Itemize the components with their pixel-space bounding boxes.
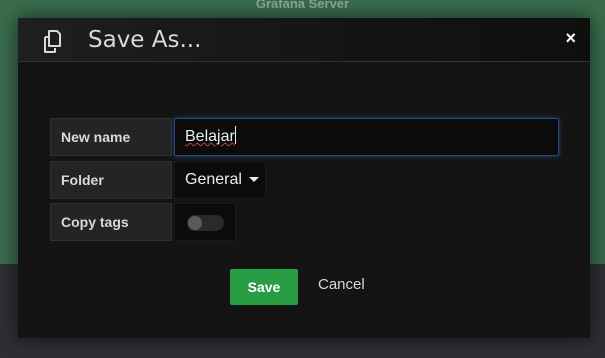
folder-select-value: General	[185, 171, 242, 188]
copy-tags-toggle-container	[174, 203, 236, 241]
save-as-modal: Save As... × New name Belajar Folder Gen…	[18, 18, 590, 338]
new-name-label: New name	[50, 118, 172, 156]
cancel-button[interactable]: Cancel	[318, 276, 365, 293]
close-icon[interactable]: ×	[565, 28, 576, 49]
copy-tags-toggle[interactable]	[187, 215, 224, 231]
text-caret	[234, 126, 236, 144]
folder-select[interactable]: General	[174, 161, 266, 199]
toggle-knob	[188, 216, 202, 230]
copy-tags-label: Copy tags	[50, 203, 172, 241]
modal-header: Save As... ×	[18, 18, 590, 62]
folder-label: Folder	[50, 161, 172, 199]
save-button[interactable]: Save	[230, 269, 298, 305]
chevron-down-icon	[248, 177, 259, 182]
new-name-value: Belajar	[185, 128, 235, 145]
modal-title: Save As...	[88, 27, 202, 53]
dashboard-title: Grafana Server	[255, 0, 350, 11]
copy-icon	[40, 29, 66, 55]
new-name-input[interactable]: Belajar	[174, 118, 559, 156]
